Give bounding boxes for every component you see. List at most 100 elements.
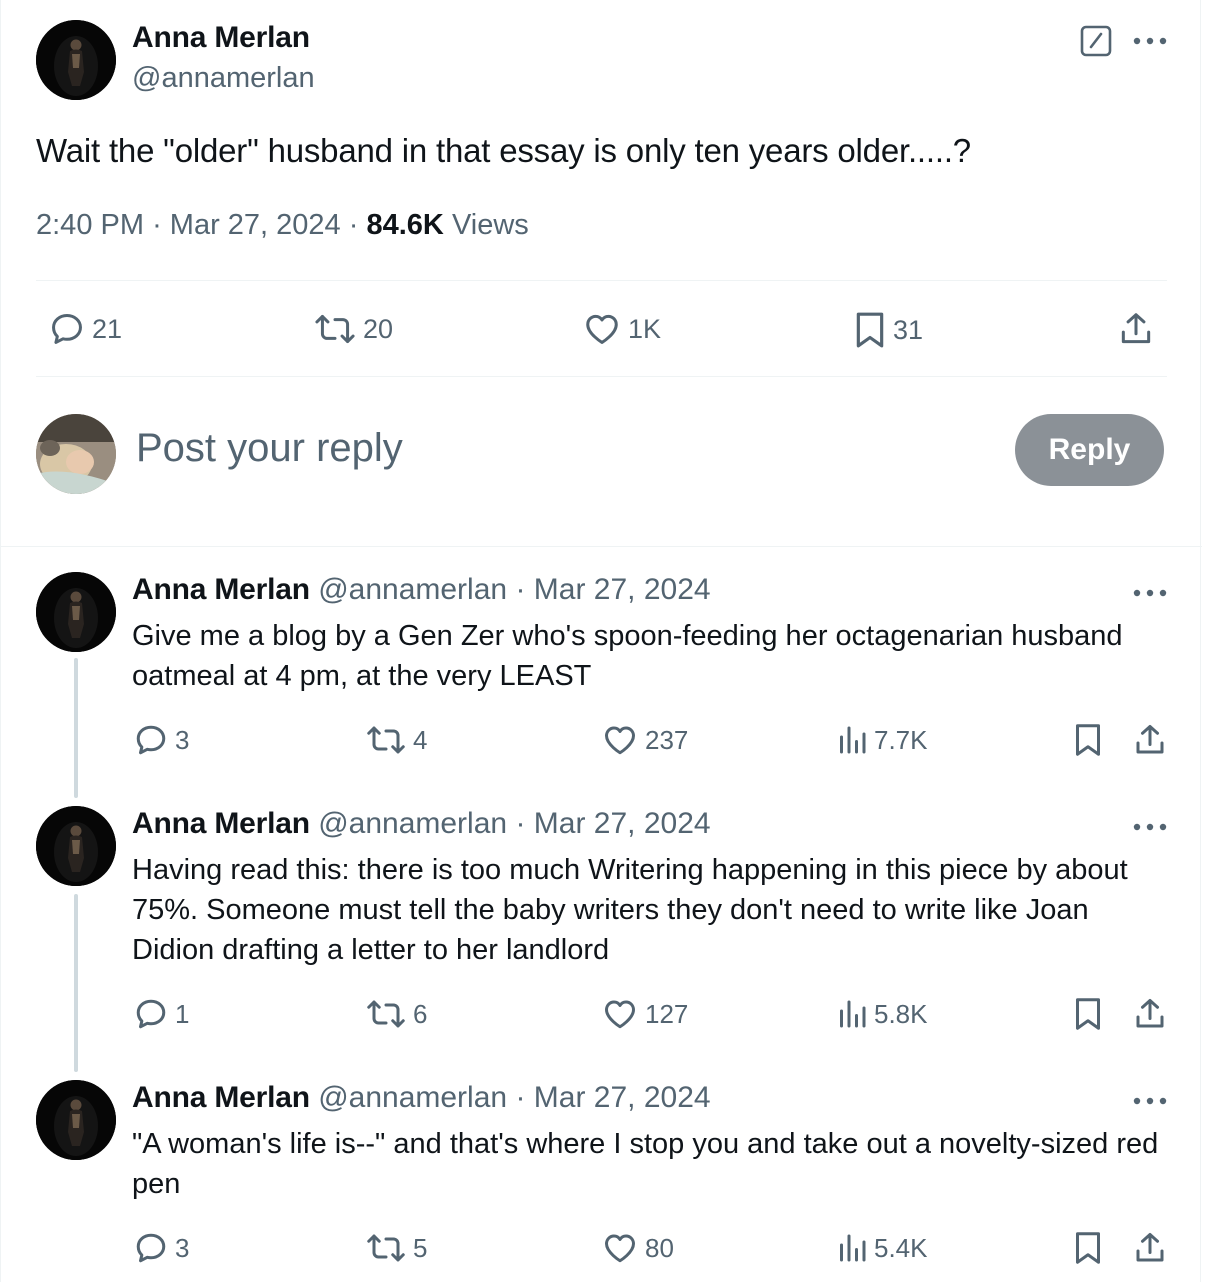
repost-count: 20: [363, 313, 394, 344]
reply-author-name[interactable]: Anna Merlan: [132, 807, 310, 840]
repost-action[interactable]: 4: [365, 722, 427, 758]
views-count: 5.4K: [874, 1232, 928, 1263]
reply-date[interactable]: Mar 27, 2024: [534, 1081, 711, 1114]
views-action[interactable]: 5.4K: [836, 1230, 928, 1266]
divider: [36, 376, 1167, 377]
views-action[interactable]: 5.8K: [836, 996, 928, 1032]
heart-icon: [586, 314, 618, 344]
reply-avatar[interactable]: [36, 572, 116, 652]
heart-icon: [605, 1234, 635, 1263]
meta-separator: ·: [515, 807, 526, 840]
repost-icon: [367, 1000, 405, 1028]
reply-author-name[interactable]: Anna Merlan: [132, 1081, 310, 1114]
like-count: 127: [645, 998, 689, 1029]
heart-icon: [605, 1000, 635, 1029]
share-button[interactable]: [1132, 1229, 1168, 1267]
like-action[interactable]: 237: [601, 722, 688, 758]
bookmark-icon: [856, 312, 884, 348]
reply-action[interactable]: 3: [133, 1230, 189, 1266]
repost-icon: [367, 726, 405, 754]
author-name[interactable]: Anna Merlan: [132, 21, 310, 55]
divider: [1, 546, 1202, 547]
reply-count: 3: [175, 1232, 190, 1263]
repost-action[interactable]: 20: [313, 310, 393, 348]
more-icon[interactable]: [1132, 587, 1168, 599]
reply-count: 3: [175, 724, 190, 755]
author-handle[interactable]: @annamerlan: [132, 62, 315, 95]
repost-action[interactable]: 6: [365, 996, 427, 1032]
reply-action[interactable]: 3: [133, 722, 189, 758]
reply-avatar[interactable]: [36, 806, 116, 886]
repost-count: 4: [413, 724, 428, 755]
reply-text: Give me a blog by a Gen Zer who's spoon-…: [132, 620, 1123, 692]
reply-author-handle[interactable]: @annamerlan: [318, 573, 507, 606]
reply-action[interactable]: 1: [133, 996, 189, 1032]
author-avatar[interactable]: [36, 20, 116, 100]
views-icon: [840, 1000, 866, 1028]
meta-separator: ·: [515, 1081, 526, 1114]
reply-icon: [136, 725, 166, 755]
reply-button[interactable]: Reply: [1015, 414, 1164, 486]
share-icon: [1136, 999, 1164, 1028]
bookmark-button[interactable]: [1073, 721, 1103, 759]
reply-action[interactable]: 21: [48, 310, 122, 348]
reply-input[interactable]: Post your reply: [136, 426, 403, 471]
post-meta: 2:40 PM · Mar 27, 2024 · 84.6K Views: [36, 209, 529, 242]
bookmark-icon: [1076, 998, 1100, 1030]
share-button[interactable]: [1132, 995, 1168, 1033]
repost-icon: [367, 1234, 405, 1262]
reply-count: 21: [92, 313, 123, 344]
reply-author-handle[interactable]: @annamerlan: [318, 807, 507, 840]
post-date[interactable]: Mar 27, 2024: [170, 209, 341, 241]
more-icon[interactable]: [1132, 35, 1168, 47]
reply-text: "A woman's life is--" and that's where I…: [132, 1128, 1159, 1200]
divider: [36, 280, 1167, 281]
share-button[interactable]: [1132, 721, 1168, 759]
reply-date[interactable]: Mar 27, 2024: [534, 573, 711, 606]
views-count: 5.8K: [874, 998, 928, 1029]
views-count[interactable]: 84.6K: [366, 209, 443, 241]
reply-avatar-image: [36, 1080, 116, 1160]
current-user-avatar[interactable]: [36, 414, 116, 494]
reply-header: Anna Merlan @annamerlan · Mar 27, 2024: [132, 573, 711, 607]
repost-action[interactable]: 5: [365, 1230, 427, 1266]
reply-avatar[interactable]: [36, 1080, 116, 1160]
like-action[interactable]: 80: [601, 1230, 674, 1266]
bookmark-count: 31: [893, 314, 924, 345]
views-label: Views: [451, 209, 529, 241]
thread-connector: [74, 658, 78, 798]
post-time[interactable]: 2:40 PM: [36, 209, 144, 241]
author-avatar-image: [36, 20, 116, 100]
bookmark-button[interactable]: [1073, 995, 1103, 1033]
grok-icon[interactable]: [1080, 25, 1112, 57]
reply-date[interactable]: Mar 27, 2024: [534, 807, 711, 840]
reply-author-name[interactable]: Anna Merlan: [132, 573, 310, 606]
repost-count: 5: [413, 1232, 428, 1263]
current-user-avatar-image: [36, 414, 116, 494]
reply-avatar-image: [36, 806, 116, 886]
like-action[interactable]: 1K: [582, 310, 661, 348]
views-icon: [840, 726, 866, 754]
share-button[interactable]: [1117, 309, 1155, 349]
reply-author-handle[interactable]: @annamerlan: [318, 1081, 507, 1114]
heart-icon: [605, 726, 635, 755]
reply-count: 1: [175, 998, 190, 1029]
reply-icon: [52, 314, 82, 344]
more-icon[interactable]: [1132, 1095, 1168, 1107]
bookmark-action[interactable]: 31: [853, 310, 923, 350]
bookmark-icon: [1076, 724, 1100, 756]
post-detail-view: Anna Merlan @annamerlan Wait the "older"…: [0, 0, 1202, 1282]
meta-separator: ·: [515, 573, 526, 606]
post-text: Wait the "older" husband in that essay i…: [36, 132, 971, 169]
more-icon[interactable]: [1132, 821, 1168, 833]
like-action[interactable]: 127: [601, 996, 688, 1032]
reply-icon: [136, 999, 166, 1029]
meta-separator: ·: [152, 209, 162, 241]
reply-avatar-image: [36, 572, 116, 652]
reply-header: Anna Merlan @annamerlan · Mar 27, 2024: [132, 807, 711, 841]
views-icon: [840, 1234, 866, 1262]
thread-connector: [74, 894, 78, 1072]
bookmark-button[interactable]: [1073, 1229, 1103, 1267]
views-action[interactable]: 7.7K: [836, 722, 928, 758]
bookmark-icon: [1076, 1232, 1100, 1264]
